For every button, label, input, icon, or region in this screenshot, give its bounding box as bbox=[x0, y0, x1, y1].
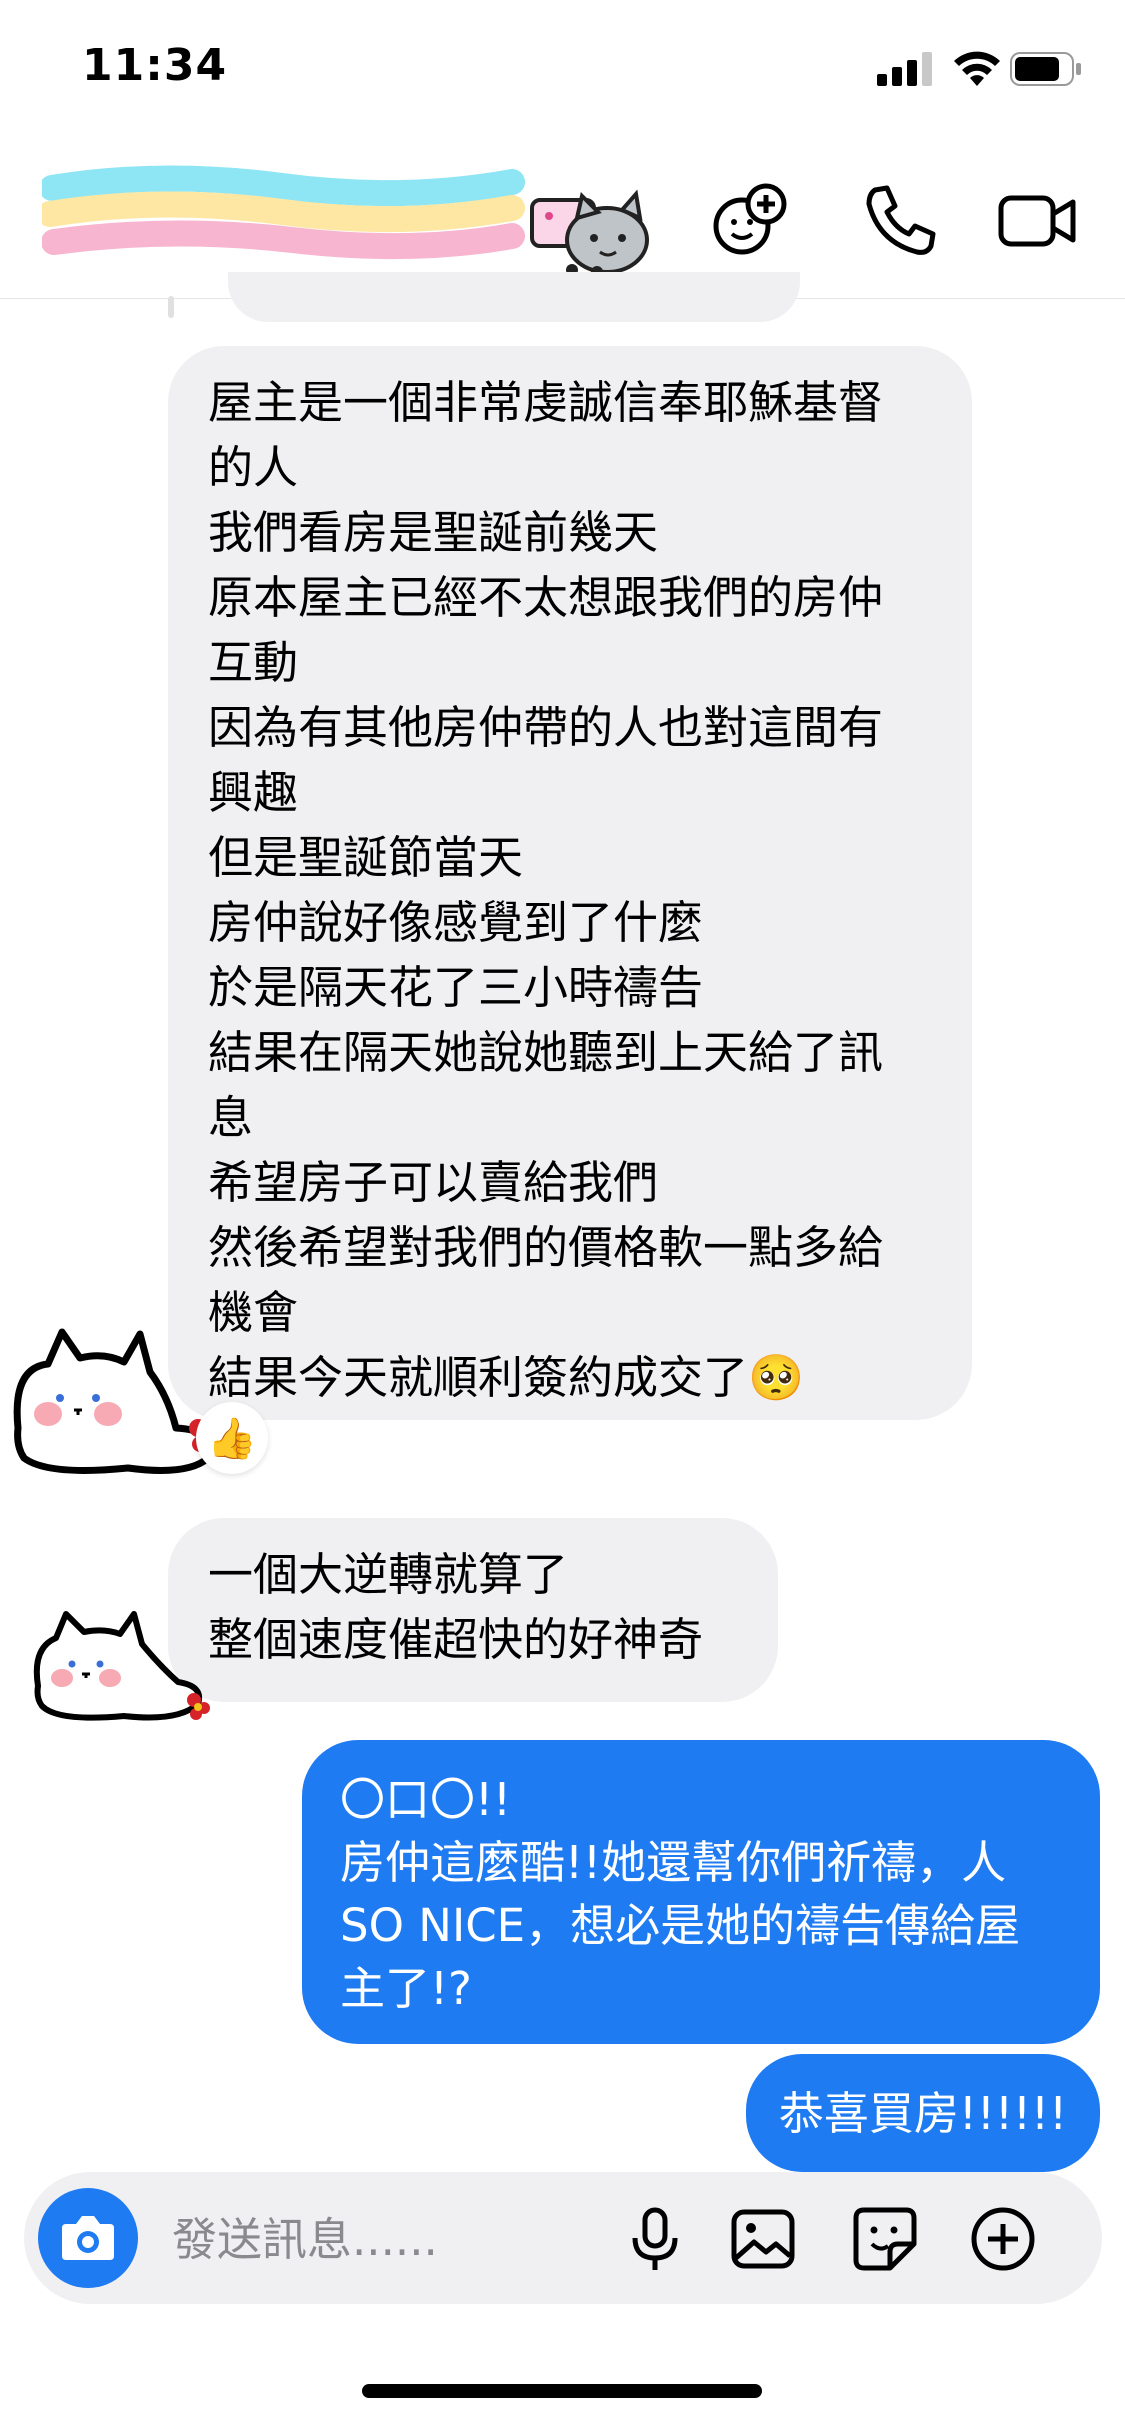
message-line: 主了!? bbox=[340, 1962, 472, 2015]
plus-icon[interactable] bbox=[968, 2204, 1038, 2274]
phone-call-icon[interactable] bbox=[857, 178, 941, 262]
message-line: 然後希望對我們的價格軟一點多給 bbox=[208, 1221, 884, 1274]
battery-icon bbox=[1010, 52, 1081, 86]
group-add-icon[interactable] bbox=[710, 178, 794, 262]
message-line: 結果今天就順利簽約成交了🥺 bbox=[208, 1351, 805, 1404]
message-line: 因為有其他房仲帶的人也對這間有 bbox=[208, 701, 884, 754]
message-line: 〇口〇!! bbox=[340, 1773, 512, 1826]
message-line: 於是隔天花了三小時禱告 bbox=[208, 961, 704, 1014]
message-line: 機會 bbox=[208, 1286, 299, 1339]
message-line: 原本屋主已經不太想跟我們的房仲 bbox=[208, 571, 884, 624]
message-line: 房仲說好像感覺到了什麼 bbox=[208, 896, 704, 949]
message-line: 整個速度催超快的好神奇 bbox=[208, 1613, 704, 1666]
message-line: 恭喜買房!!!!!! bbox=[778, 2086, 1068, 2140]
outgoing-message-bubble[interactable]: 恭喜買房!!!!!! bbox=[746, 2054, 1100, 2172]
sticker-icon[interactable] bbox=[850, 2204, 920, 2274]
message-line: 興趣 bbox=[208, 766, 299, 819]
thumbs-up-reaction[interactable]: 👍 bbox=[196, 1402, 268, 1474]
signal-icon bbox=[877, 52, 932, 86]
thread-line bbox=[168, 296, 174, 318]
video-call-icon[interactable] bbox=[995, 178, 1079, 262]
hidden-contact-name-scribble bbox=[42, 165, 649, 278]
message-line: SO NICE，想必是她的禱告傳給屋 bbox=[340, 1899, 1021, 1952]
image-icon[interactable] bbox=[728, 2204, 798, 2274]
message-line: 息 bbox=[208, 1091, 254, 1144]
message-line: 房仲這麼酷!!她還幫你們祈禱，人 bbox=[340, 1836, 1007, 1889]
message-line: 一個大逆轉就算了 bbox=[208, 1548, 569, 1601]
message-line: 的人 bbox=[208, 441, 299, 494]
message-line: 但是聖誕節當天 bbox=[208, 831, 524, 884]
message-line: 結果在隔天她說她聽到上天給了訊 bbox=[208, 1026, 884, 1079]
message-line: 希望房子可以賣給我們 bbox=[208, 1156, 659, 1209]
incoming-message-bubble[interactable]: 屋主是一個非常虔誠信奉耶穌基督 的人 我們看房是聖誕前幾天 原本屋主已經不太想跟… bbox=[168, 346, 972, 1420]
message-line: 互動 bbox=[208, 636, 299, 689]
message-input[interactable] bbox=[170, 2202, 594, 2276]
incoming-message-bubble[interactable]: 一個大逆轉就算了 整個速度催超快的好神奇 bbox=[168, 1518, 778, 1702]
outgoing-message-bubble[interactable]: 〇口〇!! 房仲這麼酷!!她還幫你們祈禱，人 SO NICE，想必是她的禱告傳給… bbox=[302, 1740, 1100, 2044]
message-line: 屋主是一個非常虔誠信奉耶穌基督 bbox=[208, 376, 884, 429]
previous-message-bubble-edge bbox=[228, 272, 800, 322]
camera-icon bbox=[62, 2216, 114, 2260]
contact-avatar-cat-sticker[interactable] bbox=[28, 1600, 218, 1725]
wifi-icon bbox=[954, 51, 1000, 86]
home-indicator[interactable] bbox=[362, 2384, 762, 2398]
contact-avatar-cat-sticker[interactable] bbox=[8, 1318, 230, 1480]
message-line: 我們看房是聖誕前幾天 bbox=[208, 506, 659, 559]
status-bar: 11:34 bbox=[0, 0, 1125, 140]
status-time: 11:34 bbox=[82, 40, 228, 91]
microphone-icon[interactable] bbox=[620, 2204, 690, 2274]
message-composer bbox=[24, 2172, 1102, 2304]
camera-button[interactable] bbox=[38, 2188, 138, 2288]
